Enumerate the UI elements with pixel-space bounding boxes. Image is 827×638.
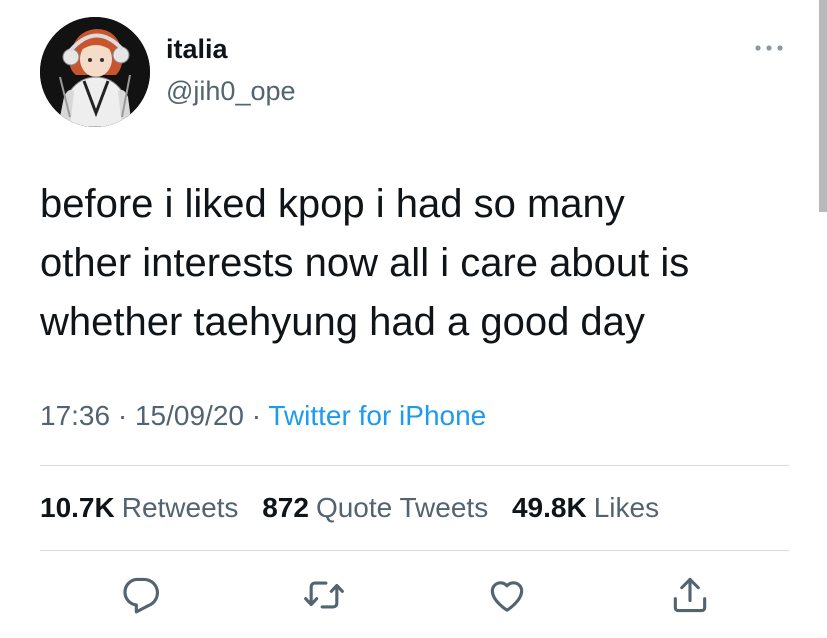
- retweets-stat[interactable]: 10.7K Retweets: [40, 492, 238, 523]
- avatar-image: [40, 17, 150, 127]
- likes-count: 49.8K: [511, 492, 587, 523]
- quote-tweets-label: Quote Tweets: [315, 492, 489, 523]
- tweet-source-link[interactable]: Twitter for iPhone: [268, 400, 486, 431]
- quote-tweets-count: 872: [262, 492, 309, 523]
- reply-bubble-icon: [123, 577, 159, 614]
- display-name[interactable]: italia: [166, 32, 228, 66]
- divider: [40, 550, 789, 551]
- divider: [40, 465, 789, 466]
- quote-tweets-stat[interactable]: 872 Quote Tweets: [262, 492, 488, 523]
- retweets-count: 10.7K: [40, 492, 115, 523]
- retweet-arrows-icon: [304, 581, 344, 609]
- share-upload-icon: [673, 577, 707, 613]
- tweet-date[interactable]: 15/09/20: [135, 400, 244, 431]
- tweet-stats: 10.7K Retweets 872 Quote Tweets 49.8K Likes: [40, 490, 659, 526]
- tweet-text: before i liked kpop i had so many other …: [40, 182, 690, 344]
- likes-stat[interactable]: 49.8K Likes: [512, 492, 659, 523]
- meta-separator: ·: [110, 400, 135, 431]
- tweet-meta: 17:36 · 15/09/20 · Twitter for iPhone: [40, 398, 486, 434]
- retweet-button[interactable]: [302, 573, 346, 617]
- meta-separator: ·: [243, 400, 269, 431]
- likes-label: Likes: [593, 492, 660, 523]
- like-button[interactable]: [485, 573, 529, 617]
- avatar[interactable]: [40, 17, 150, 127]
- retweets-label: Retweets: [121, 492, 239, 523]
- heart-icon: [490, 581, 524, 612]
- user-handle[interactable]: @jih0_ope: [166, 74, 296, 108]
- reply-button[interactable]: [118, 573, 162, 617]
- tweet-time[interactable]: 17:36: [40, 400, 110, 431]
- share-button[interactable]: [668, 573, 712, 617]
- scrollbar[interactable]: [819, 0, 827, 212]
- more-dots-icon[interactable]: [749, 35, 789, 61]
